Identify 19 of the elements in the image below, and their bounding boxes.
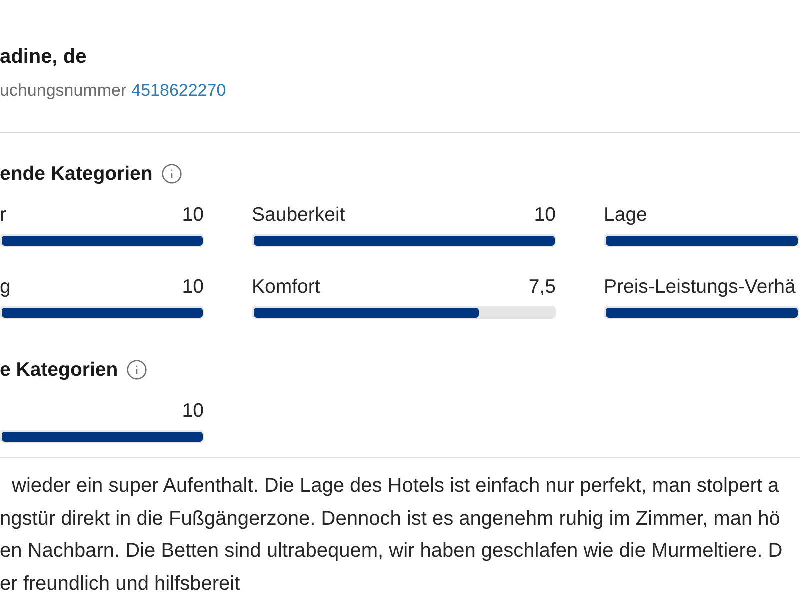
category-label: Komfort [252, 275, 320, 299]
category-label: Lage [604, 203, 648, 227]
category-score: 10 [182, 275, 204, 299]
category-label: Sauberkeit [252, 203, 346, 227]
booking-number-link[interactable]: 4518622270 [132, 79, 226, 103]
info-icon[interactable] [126, 359, 148, 381]
booking-number-label: uchungsnummer [0, 80, 127, 102]
category-label: Preis-Leistungs-Verhä [604, 275, 796, 299]
category-score: 10 [182, 399, 204, 423]
review-text: wieder ein super Aufenthalt. Die Lage des Hotels ist einfach nur perfekt, man stolpert a ngstür direkt in die Fußgängerzone. Dennoch ist es angenehm ruhig im Zimmer, man hö en Nachbarn. Die Betten sind ultrabequem, wir haben geschlafen wie die Murmeltiere. D er freundlich und hilfsbereit [0, 474, 783, 596]
category-score: 10 [534, 203, 556, 227]
info-icon[interactable] [160, 163, 183, 185]
category-label: g [0, 275, 11, 299]
guest-name: adine, de [0, 45, 87, 69]
category-score: 7,5 [528, 275, 556, 299]
section-heading: ende Kategorien [0, 162, 153, 186]
section-heading: e Kategorien [0, 358, 118, 382]
category-label: r [0, 203, 6, 227]
category-score: 10 [182, 203, 204, 227]
